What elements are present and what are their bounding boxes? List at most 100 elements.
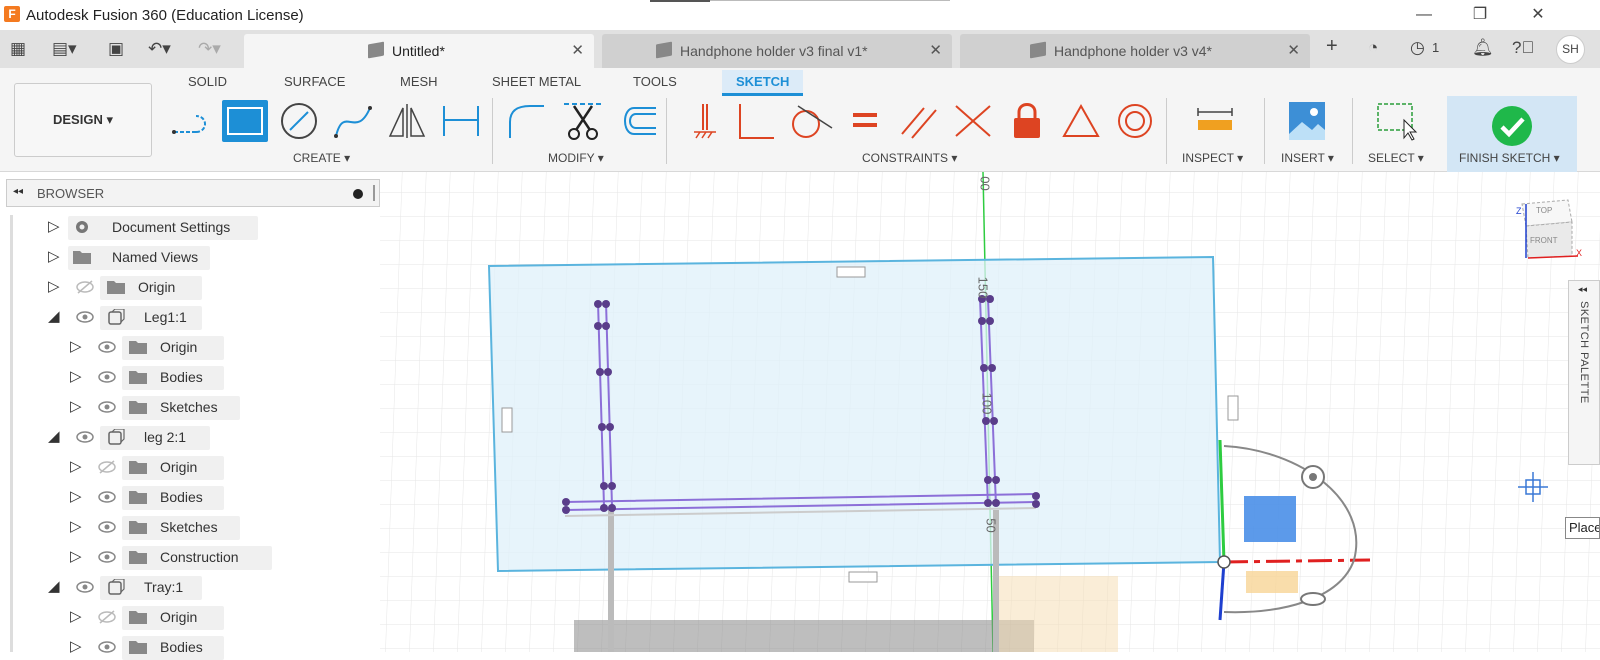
app-grid-icon[interactable]: ▦	[10, 39, 26, 59]
user-avatar[interactable]: SH	[1556, 35, 1585, 64]
expand-triangle-icon[interactable]: ▷	[70, 457, 82, 475]
rectangle-tool-icon[interactable]	[222, 100, 268, 142]
hidden-eye-icon[interactable]	[98, 458, 116, 476]
triangle-constraint-icon[interactable]	[1058, 100, 1104, 142]
tab-close-icon[interactable]: ✕	[929, 41, 942, 59]
browser-node[interactable]: ◢ leg 2:1	[48, 424, 268, 450]
tab-mesh[interactable]: MESH	[400, 74, 438, 89]
visibility-eye-icon[interactable]	[98, 488, 116, 506]
browser-node[interactable]: ▷ Named Views	[48, 244, 268, 270]
browser-node[interactable]: ▷ Bodies	[70, 634, 290, 660]
inspect-menu[interactable]: INSPECT ▾	[1182, 151, 1243, 165]
visibility-eye-icon[interactable]	[98, 518, 116, 536]
minimize-button[interactable]: —	[1412, 4, 1436, 26]
expand-palette-icon[interactable]: ◂◂	[1578, 284, 1587, 295]
tab-sketch[interactable]: SKETCH	[722, 70, 804, 96]
coincident-icon[interactable]	[950, 100, 996, 142]
browser-node[interactable]: ▷ Document Settings	[48, 214, 268, 240]
workspace-switcher[interactable]: DESIGN ▾	[14, 83, 152, 157]
browser-pin-icon[interactable]	[373, 185, 375, 201]
circle-tool-icon[interactable]	[276, 100, 322, 142]
browser-scrollbar[interactable]	[10, 215, 13, 652]
collapse-triangle-icon[interactable]: ◢	[48, 577, 60, 595]
select-menu[interactable]: SELECT ▾	[1368, 151, 1424, 165]
browser-header[interactable]: ◂◂ BROWSER	[6, 179, 380, 207]
browser-node[interactable]: ▷ Origin	[70, 334, 290, 360]
concentric-icon[interactable]	[1112, 100, 1158, 142]
browser-node[interactable]: ▷ Sketches	[70, 514, 290, 540]
browser-node[interactable]: ◢ Tray:1	[48, 574, 268, 600]
redo-icon[interactable]: ↷▾	[198, 39, 221, 59]
new-tab-button[interactable]: +	[1326, 35, 1338, 58]
offset-tool-icon[interactable]	[614, 100, 660, 142]
expand-triangle-icon[interactable]: ▷	[48, 247, 60, 265]
hidden-eye-icon[interactable]	[98, 608, 116, 626]
expand-triangle-icon[interactable]: ▷	[70, 337, 82, 355]
insert-menu[interactable]: INSERT ▾	[1281, 151, 1334, 165]
expand-triangle-icon[interactable]: ▷	[70, 637, 82, 655]
window-select-icon[interactable]	[1374, 100, 1420, 142]
restore-button[interactable]: ❐	[1468, 4, 1492, 26]
browser-node[interactable]: ▷ Construction	[70, 544, 290, 570]
mirror-tool-icon[interactable]	[384, 100, 430, 142]
tangent-icon[interactable]	[788, 100, 834, 142]
browser-node[interactable]: ▷ Origin	[70, 454, 290, 480]
line-tool-icon[interactable]	[168, 100, 214, 142]
visibility-eye-icon[interactable]	[98, 338, 116, 356]
tab-handphone-holder-v3-v4[interactable]: Handphone holder v3 v4* ✕	[960, 34, 1310, 68]
help-icon[interactable]: ?⃝	[1512, 38, 1534, 58]
extensions-icon[interactable]: ◔	[1368, 38, 1378, 58]
tab-sheet-metal[interactable]: SHEET METAL	[492, 74, 581, 89]
tab-untitled[interactable]: Untitled* ✕	[244, 34, 594, 68]
expand-triangle-icon[interactable]: ▷	[70, 547, 82, 565]
browser-node[interactable]: ◢ Leg1:1	[48, 304, 268, 330]
finish-sketch-button[interactable]: FINISH SKETCH ▾	[1459, 151, 1560, 165]
finish-checkmark-icon[interactable]	[1492, 106, 1532, 146]
spline-tool-icon[interactable]	[330, 100, 376, 142]
tab-close-icon[interactable]: ✕	[571, 41, 584, 59]
visibility-eye-icon[interactable]	[76, 428, 94, 446]
file-menu-icon[interactable]: ▤▾	[52, 39, 77, 59]
hidden-eye-icon[interactable]	[76, 278, 94, 296]
close-window-button[interactable]: ✕	[1526, 4, 1550, 26]
browser-node[interactable]: ▷ Origin	[48, 274, 268, 300]
job-status-icon[interactable]: ◷	[1410, 38, 1425, 58]
collapse-browser-icon[interactable]: ◂◂	[13, 186, 23, 197]
browser-node[interactable]: ▷ Bodies	[70, 484, 290, 510]
create-menu[interactable]: CREATE ▾	[293, 151, 350, 165]
equal-icon[interactable]	[842, 100, 888, 142]
tab-solid[interactable]: SOLID	[188, 74, 227, 89]
trim-scissors-icon[interactable]	[560, 100, 606, 142]
perpendicular-icon[interactable]	[734, 100, 780, 142]
finish-sketch-area[interactable]: FINISH SKETCH ▾	[1447, 96, 1577, 172]
expand-triangle-icon[interactable]: ▷	[70, 517, 82, 535]
3d-viewport[interactable]: 00 150 100 50 TOP FRONT Z X	[380, 172, 1600, 652]
notifications-bell-icon[interactable]: 🔔︎	[1472, 38, 1494, 58]
browser-node[interactable]: ▷ Bodies	[70, 364, 290, 390]
visibility-eye-icon[interactable]	[98, 548, 116, 566]
collapse-triangle-icon[interactable]: ◢	[48, 427, 60, 445]
visibility-eye-icon[interactable]	[98, 638, 116, 656]
visibility-eye-icon[interactable]	[76, 308, 94, 326]
sketch-palette-tab[interactable]: ◂◂ SKETCH PALETTE	[1568, 280, 1600, 465]
expand-triangle-icon[interactable]: ▷	[70, 397, 82, 415]
parallel-icon[interactable]	[896, 100, 942, 142]
browser-node[interactable]: ▷ Origin	[70, 604, 290, 630]
visibility-eye-icon[interactable]	[76, 578, 94, 596]
tab-close-icon[interactable]: ✕	[1287, 41, 1300, 59]
browser-options-icon[interactable]	[353, 189, 363, 199]
expand-triangle-icon[interactable]: ▷	[48, 277, 60, 295]
save-icon[interactable]: ▣	[108, 39, 124, 59]
insert-image-icon[interactable]	[1284, 100, 1330, 142]
fix-ground-icon[interactable]	[680, 100, 726, 142]
viewcube-front-label[interactable]: FRONT	[1530, 236, 1558, 245]
browser-node[interactable]: ▷ Sketches	[70, 394, 290, 420]
lock-icon[interactable]	[1004, 100, 1050, 142]
expand-triangle-icon[interactable]: ▷	[70, 607, 82, 625]
collapse-triangle-icon[interactable]: ◢	[48, 307, 60, 325]
constraints-menu[interactable]: CONSTRAINTS ▾	[862, 151, 957, 165]
dimension-tool-icon[interactable]	[438, 100, 484, 142]
measure-icon[interactable]	[1192, 100, 1238, 142]
tab-handphone-holder-v3-final[interactable]: Handphone holder v3 final v1* ✕	[602, 34, 952, 68]
expand-triangle-icon[interactable]: ▷	[70, 367, 82, 385]
